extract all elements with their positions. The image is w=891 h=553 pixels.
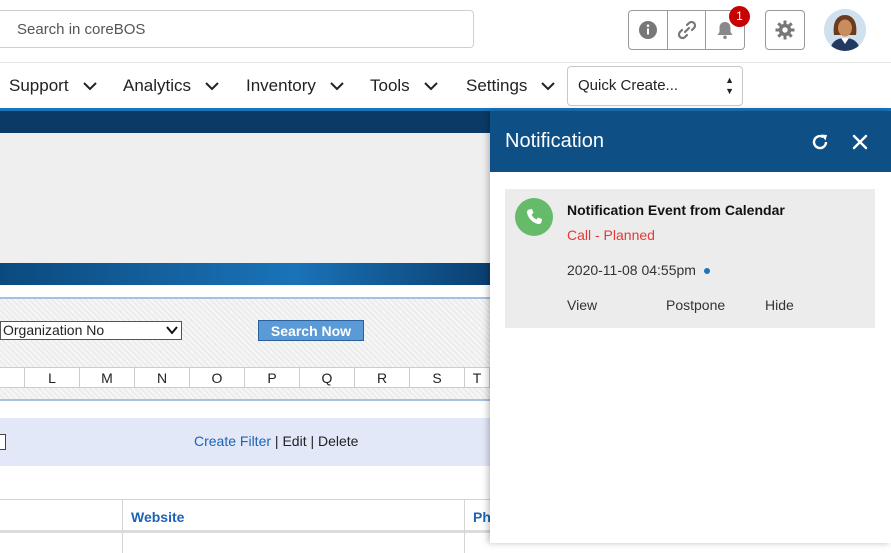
notification-count-badge: 1 [729, 6, 750, 27]
view-action[interactable]: View [567, 297, 597, 313]
close-icon[interactable] [850, 132, 870, 152]
info-icon [638, 21, 657, 39]
hide-action[interactable]: Hide [765, 297, 794, 313]
menu-label: Inventory [246, 76, 316, 95]
filter-links: Create Filter | Edit | Delete [194, 433, 358, 449]
menu-settings[interactable]: Settings [466, 63, 556, 109]
chevron-down-icon [82, 82, 97, 91]
notification-card: Notification Event from Calendar Call - … [505, 189, 875, 328]
menu-label: Analytics [123, 76, 192, 95]
table-header: Website Ph [0, 499, 491, 553]
alpha-letter[interactable]: L [25, 367, 80, 388]
alpha-letter[interactable]: N [135, 367, 190, 388]
alpha-letter[interactable]: O [190, 367, 245, 388]
search-field-select[interactable]: Organization No [0, 321, 182, 340]
create-filter-link[interactable]: Create Filter [194, 433, 271, 449]
column-header-phone[interactable]: Ph [464, 500, 491, 553]
gear-icon [775, 20, 795, 40]
refresh-icon[interactable] [810, 132, 830, 152]
link-icon [677, 20, 696, 40]
notification-panel-title: Notification [505, 130, 604, 152]
search-now-button[interactable]: Search Now [258, 320, 364, 341]
banner-stripe [0, 263, 490, 285]
unread-dot-icon [703, 268, 710, 275]
select-arrows-icon: ▲ ▼ [725, 75, 734, 96]
edit-filter-link[interactable]: Edit [282, 433, 306, 449]
banner-content [0, 133, 490, 263]
avatar [824, 9, 866, 51]
delete-filter-link[interactable]: Delete [318, 433, 358, 449]
chevron-down-icon [330, 82, 344, 91]
menu-analytics[interactable]: Analytics [123, 63, 219, 109]
top-bar: 1 [0, 0, 891, 62]
settings-button[interactable] [765, 10, 805, 50]
menu-inventory[interactable]: Inventory [246, 63, 344, 109]
menu-label: Support [9, 76, 69, 95]
separator: | [306, 433, 318, 449]
phone-icon [515, 198, 553, 236]
filter-bar: Create Filter | Edit | Delete [0, 418, 490, 466]
alpha-letter[interactable]: S [410, 367, 465, 388]
search-field-value: Organization No [3, 322, 105, 338]
search-input[interactable] [15, 20, 459, 39]
separator: | [271, 433, 283, 449]
notification-title: Notification Event from Calendar [567, 202, 785, 218]
alpha-letter[interactable]: Q [300, 367, 355, 388]
info-button[interactable] [629, 11, 668, 49]
notification-panel-header: Notification [490, 111, 891, 172]
postpone-action[interactable]: Postpone [666, 297, 725, 313]
main-menu-bar: Support Analytics Inventory Tools Settin… [0, 62, 891, 110]
link-button[interactable] [668, 11, 707, 49]
alpha-letter[interactable]: P [245, 367, 300, 388]
user-avatar[interactable] [824, 9, 866, 51]
alpha-letter[interactable]: R [355, 367, 410, 388]
datetime-text: 2020-11-08 04:55pm [567, 262, 696, 278]
chevron-down-icon [205, 82, 219, 91]
notification-datetime: 2020-11-08 04:55pm [567, 262, 710, 278]
list-search-bar: Organization No Search Now L M N O P Q R… [0, 297, 490, 401]
global-search[interactable] [0, 10, 474, 48]
column-header-website[interactable]: Website [122, 500, 184, 553]
quick-create-label: Quick Create... [578, 77, 679, 94]
notification-panel: Notification Notification Event from Cal… [490, 111, 891, 543]
menu-support[interactable]: Support [9, 63, 97, 109]
filter-select[interactable] [0, 434, 6, 450]
menu-label: Settings [466, 76, 528, 95]
quick-create-select[interactable]: Quick Create... ▲ ▼ [567, 66, 743, 106]
alpha-letter[interactable]: T [465, 367, 490, 388]
page-banner [0, 111, 490, 285]
menu-tools[interactable]: Tools [370, 63, 438, 109]
header-button-group [628, 10, 745, 50]
menu-label: Tools [370, 76, 410, 95]
notification-status: Call - Planned [567, 227, 655, 243]
chevron-down-icon [541, 82, 556, 91]
alpha-letter[interactable]: M [80, 367, 135, 388]
alphabet-filter: L M N O P Q R S T [0, 367, 490, 389]
alpha-letter[interactable] [0, 367, 25, 388]
chevron-down-icon [423, 82, 438, 91]
chevron-down-icon [166, 326, 178, 335]
